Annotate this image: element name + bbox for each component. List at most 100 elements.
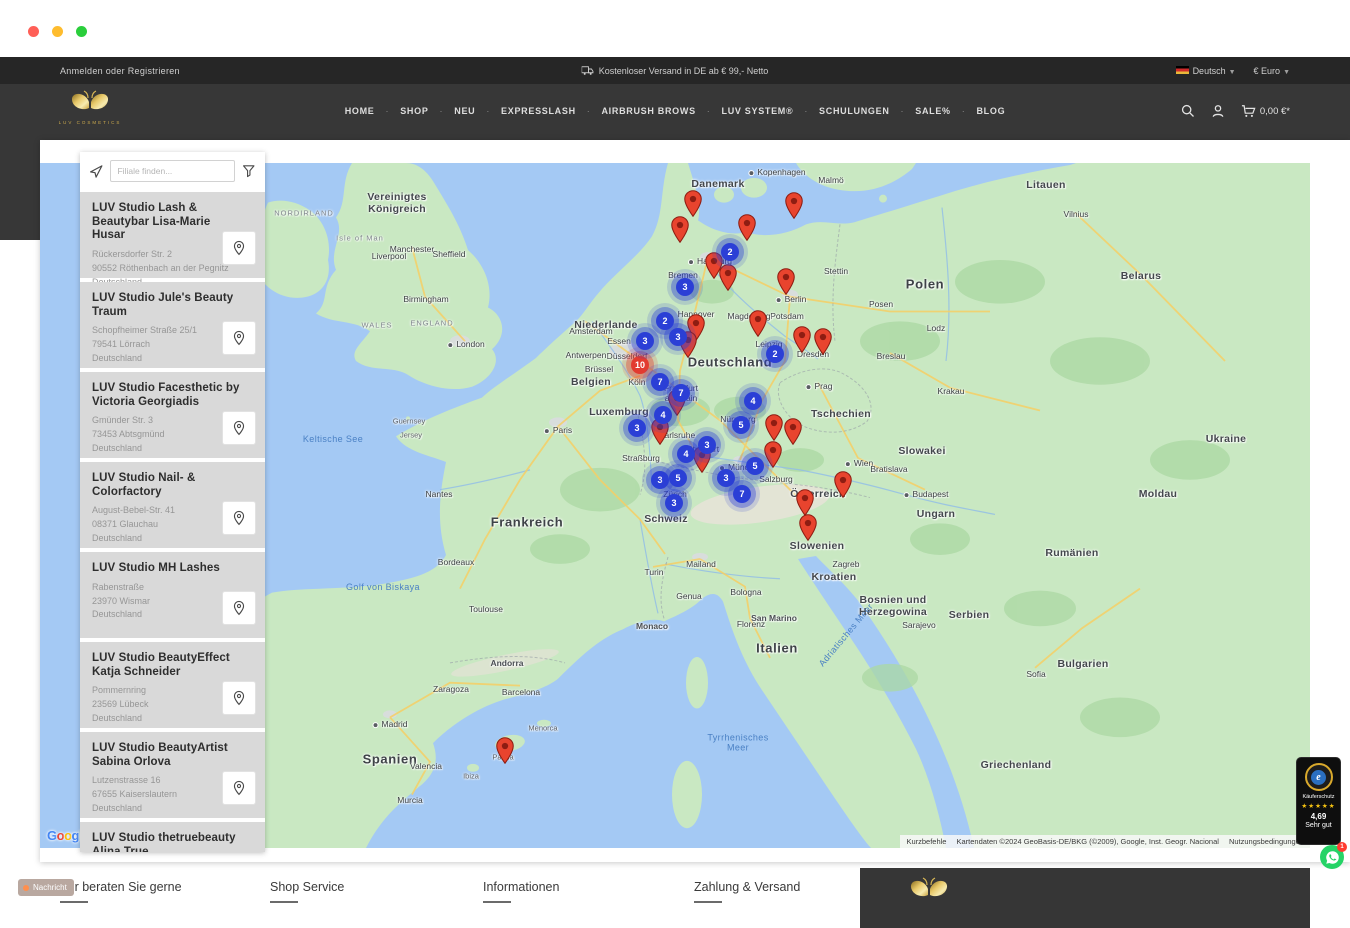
store-marker-pin[interactable] — [738, 214, 756, 241]
store-cluster-marker[interactable]: 2 — [766, 345, 784, 363]
account-button[interactable] — [1211, 104, 1225, 118]
store-marker-pin[interactable] — [777, 268, 795, 295]
store-marker-pin[interactable] — [814, 328, 832, 355]
star-rating-icon: ★★★★★ — [1301, 802, 1335, 810]
store-name: LUV Studio Jule's Beauty Traum — [92, 292, 244, 319]
show-on-map-button[interactable] — [222, 591, 256, 625]
store-cluster-marker[interactable]: 7 — [672, 384, 690, 402]
store-cluster-marker[interactable]: 4 — [744, 392, 762, 410]
store-marker-pin[interactable] — [796, 489, 814, 516]
store-list-item[interactable]: LUV Studio Lash & Beautybar Lisa-Marie H… — [80, 192, 265, 278]
footer-col-informationen[interactable]: Informationen — [483, 880, 559, 903]
footer-col-shop-service[interactable]: Shop Service — [270, 880, 344, 903]
nav-item[interactable]: AIRBRUSH BROWS — [576, 106, 696, 116]
login-link[interactable]: Anmelden oder Registrieren — [60, 66, 180, 76]
store-cluster-marker[interactable]: 5 — [732, 416, 750, 434]
store-marker-pin[interactable] — [684, 190, 702, 217]
footer-col-contact[interactable]: Wir beraten Sie gerne — [60, 880, 182, 903]
store-cluster-marker[interactable]: 3 — [669, 328, 687, 346]
store-marker-pin[interactable] — [785, 192, 803, 219]
store-marker-pin[interactable] — [793, 326, 811, 353]
store-marker-pin[interactable] — [834, 471, 852, 498]
store-cluster-marker[interactable]: 3 — [676, 278, 694, 296]
show-on-map-button[interactable] — [222, 411, 256, 445]
store-cluster-marker[interactable]: 7 — [733, 485, 751, 503]
store-cluster-marker[interactable]: 4 — [677, 445, 695, 463]
search-button[interactable] — [1181, 104, 1195, 118]
store-name: LUV Studio Nail- & Colorfactory — [92, 472, 244, 499]
nav-item[interactable]: LUV SYSTEM® — [696, 106, 794, 116]
store-cluster-marker[interactable]: 3 — [636, 332, 654, 350]
store-cluster-marker[interactable]: 7 — [651, 373, 669, 391]
chat-widget-tab[interactable]: Nachricht — [18, 879, 74, 896]
map-pin-icon — [232, 780, 246, 796]
store-cluster-marker[interactable]: 4 — [654, 406, 672, 424]
chat-label: Nachricht — [33, 883, 67, 892]
whatsapp-notification-badge: 1 — [1337, 842, 1347, 852]
store-cluster-marker[interactable]: 5 — [746, 457, 764, 475]
store-list-item[interactable]: LUV Studio BeautyArtist Sabina Orlova Lu… — [80, 732, 265, 818]
butterfly-logo-icon — [67, 101, 113, 118]
whatsapp-button[interactable]: 1 — [1320, 845, 1344, 869]
store-cluster-marker[interactable]: 5 — [669, 469, 687, 487]
store-cluster-marker[interactable]: 3 — [698, 436, 716, 454]
store-marker-pin[interactable] — [496, 737, 514, 764]
nav-item[interactable]: SCHULUNGEN — [793, 106, 889, 116]
trust-title: Käuferschutz — [1302, 794, 1334, 800]
store-marker-pin[interactable] — [784, 418, 802, 445]
show-on-map-button[interactable] — [222, 321, 256, 355]
show-on-map-button[interactable] — [222, 681, 256, 715]
show-on-map-button[interactable] — [222, 771, 256, 805]
trusted-shops-badge[interactable]: e Käuferschutz ★★★★★ 4,69 Sehr gut — [1296, 757, 1341, 845]
brand-logo[interactable]: LUV COSMETICS — [58, 88, 122, 125]
map-shortcuts-link[interactable]: Kurzbefehle — [906, 837, 946, 846]
close-window-button[interactable] — [28, 26, 39, 37]
store-list-item[interactable]: LUV Studio Facesthetic by Victoria Georg… — [80, 372, 265, 458]
store-cluster-marker[interactable]: 2 — [656, 312, 674, 330]
nav-item[interactable]: BLOG — [951, 106, 1006, 116]
show-on-map-button[interactable] — [222, 231, 256, 265]
store-cluster-marker[interactable]: 3 — [651, 471, 669, 489]
nav-item[interactable]: NEU — [429, 106, 476, 116]
user-icon — [1211, 104, 1225, 118]
nav-item[interactable]: EXPRESSLASH — [475, 106, 575, 116]
currency-select[interactable]: € Euro▼ — [1254, 66, 1290, 76]
store-list-item[interactable]: LUV Studio BeautyEffect Katja Schneider … — [80, 642, 265, 728]
store-list-item[interactable]: LUV Studio thetruebeauty Alina True — [80, 822, 265, 852]
show-on-map-button[interactable] — [222, 501, 256, 535]
store-cluster-marker[interactable]: 3 — [717, 469, 735, 487]
store-search-input[interactable] — [110, 160, 235, 182]
store-marker-pin[interactable] — [671, 216, 689, 243]
footer-col-zahlung-versand[interactable]: Zahlung & Versand — [694, 880, 800, 903]
main-header: LUV COSMETICS HOMESHOPNEUEXPRESSLASHAIRB… — [0, 84, 1350, 138]
german-flag-icon — [1176, 66, 1189, 74]
nav-item[interactable]: SHOP — [375, 106, 429, 116]
minimize-window-button[interactable] — [52, 26, 63, 37]
store-marker-pin[interactable] — [765, 414, 783, 441]
map-terms-link[interactable]: Nutzungsbedingungen — [1229, 837, 1304, 846]
store-marker-pin[interactable] — [719, 264, 737, 291]
page: { "window": {"controls": ["close", "mini… — [0, 0, 1350, 905]
language-select[interactable]: Deutsch▼ — [1176, 66, 1236, 76]
announcement-bar: Anmelden oder Registrieren Kostenloser V… — [0, 57, 1350, 84]
store-list-item[interactable]: LUV Studio Jule's Beauty Traum Schopfhei… — [80, 282, 265, 368]
nav-item[interactable]: HOME — [345, 106, 375, 116]
store-cluster-marker[interactable]: 3 — [665, 494, 683, 512]
filter-icon[interactable] — [242, 164, 256, 178]
store-name: LUV Studio BeautyEffect Katja Schneider — [92, 652, 244, 679]
cart-button[interactable]: 0,00 €* — [1241, 104, 1290, 118]
trusted-shops-seal-icon: e — [1305, 763, 1333, 791]
store-cluster-marker[interactable]: 10 — [631, 356, 649, 374]
store-name: LUV Studio BeautyArtist Sabina Orlova — [92, 742, 244, 769]
zoom-window-button[interactable] — [76, 26, 87, 37]
store-marker-pin[interactable] — [799, 514, 817, 541]
locate-me-icon[interactable] — [89, 164, 103, 179]
store-name: LUV Studio MH Lashes — [92, 562, 244, 576]
store-list-item[interactable]: LUV Studio Nail- & Colorfactory August-B… — [80, 462, 265, 548]
store-cluster-marker[interactable]: 2 — [721, 243, 739, 261]
store-list-item[interactable]: LUV Studio MH Lashes Rabenstraße 23970 W… — [80, 552, 265, 638]
store-marker-pin[interactable] — [749, 310, 767, 337]
store-cluster-marker[interactable]: 3 — [628, 419, 646, 437]
nav-item[interactable]: SALE% — [890, 106, 951, 116]
store-marker-pin[interactable] — [764, 441, 782, 468]
